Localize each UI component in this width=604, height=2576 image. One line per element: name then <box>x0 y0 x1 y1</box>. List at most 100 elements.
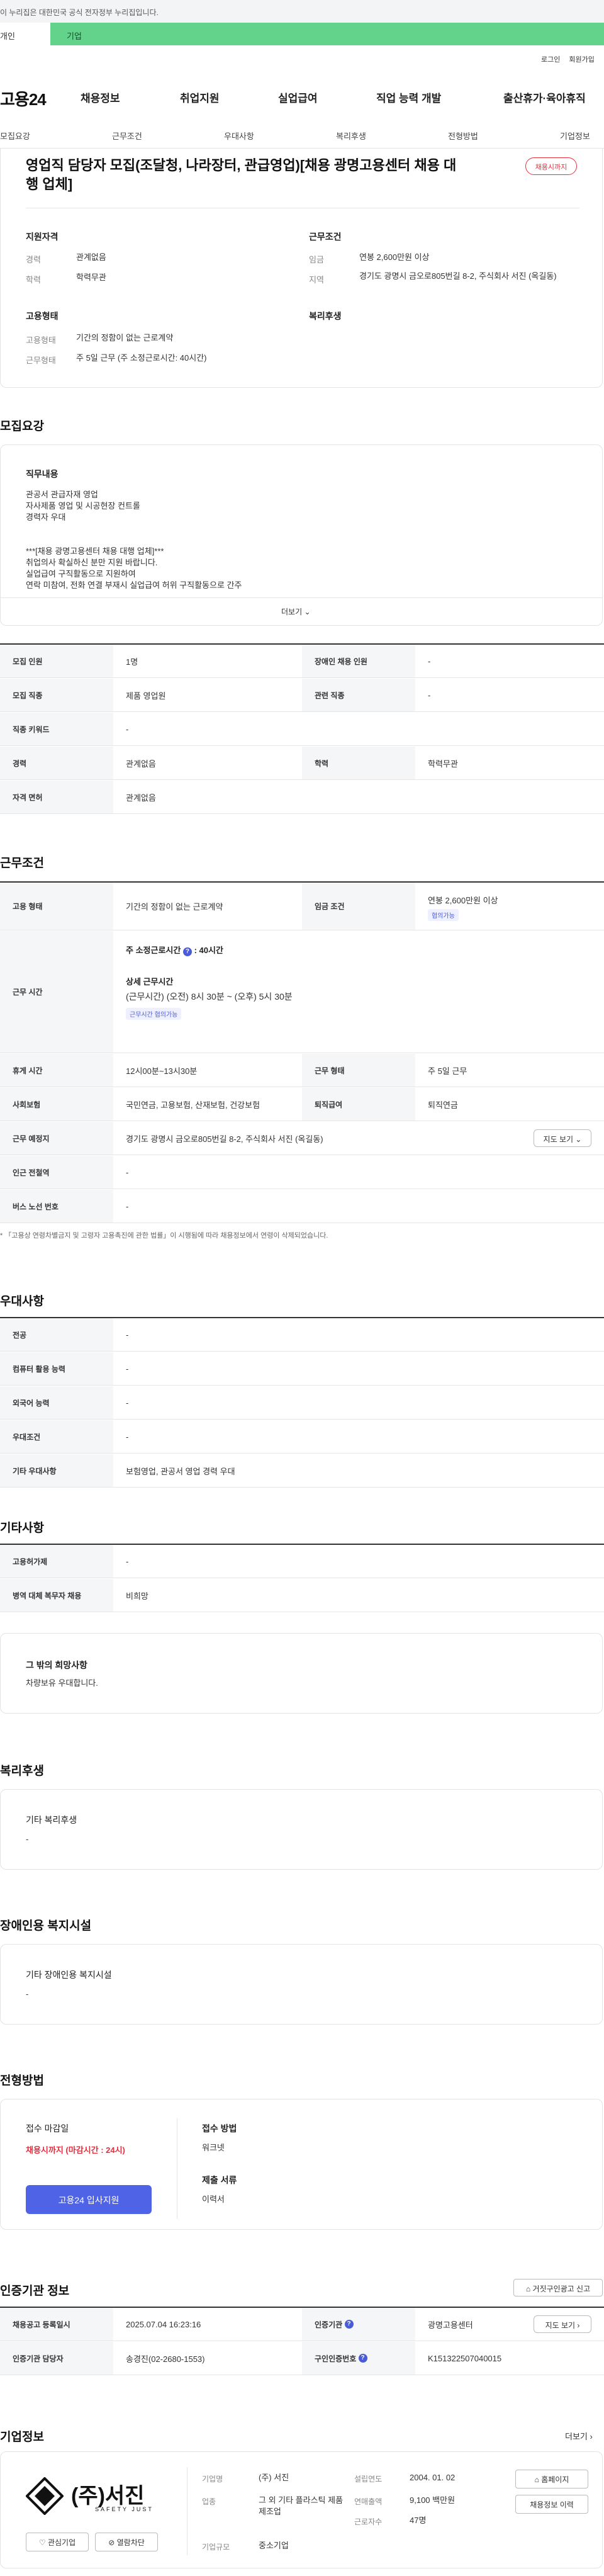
subnav-recruit[interactable]: 모집요강 <box>0 130 30 142</box>
detail-hours-heading: 상세 근무시간 <box>126 977 174 986</box>
other-wish-card: 그 밖의 희망사항 차량보유 우대합니다. <box>0 1633 603 1714</box>
tab-company[interactable]: 기업 <box>50 23 604 45</box>
map-button[interactable]: 지도 보기 ⌄ <box>534 1129 591 1147</box>
history-button[interactable]: 채용정보 이력 <box>515 2495 588 2514</box>
info-icon[interactable]: ? <box>358 2354 367 2363</box>
table-row: 사회보험 국민연금, 고용보험, 산재보험, 건강보험 퇴직급여 퇴직연금 <box>0 1088 604 1121</box>
employees-value: 47명 <box>410 2516 427 2525</box>
company-logo-mark <box>26 2477 64 2515</box>
apply-button[interactable]: 고용24 입사지원 <box>26 2185 152 2214</box>
cert-heading: 인증기관 정보 <box>0 2285 70 2298</box>
deadline-value: 채용시까지 (마감시간 : 24시) <box>26 2145 125 2155</box>
gnb-item-jobs[interactable]: 채용정보 <box>81 89 120 105</box>
report-button[interactable]: ⌂ 거짓구인광고 신고 <box>513 2279 603 2296</box>
cert-map-button[interactable]: 지도 보기 › <box>534 2315 591 2333</box>
duties-heading: 직무내용 <box>26 469 59 479</box>
method-value: 워크넷 <box>202 2143 225 2152</box>
chevron-down-icon: ⌄ <box>575 1135 582 1144</box>
row-header: 모집 인원 <box>0 645 113 677</box>
home-icon: ⌂ <box>525 2285 531 2293</box>
table-row: 직종 키워드 - <box>0 713 604 746</box>
row-value: - <box>126 1398 129 1408</box>
info-icon[interactable]: ? <box>182 947 192 956</box>
row-header: 외국어 능력 <box>0 1386 113 1419</box>
row-value: 비희망 <box>126 1591 148 1601</box>
homepage-button[interactable]: ⌂ 홈페이지 <box>515 2470 588 2488</box>
sales-label: 연매출액 <box>354 2497 383 2506</box>
row-value: 1명 <box>126 657 138 667</box>
site-logo[interactable]: 고용24 <box>0 87 47 110</box>
wage-label: 임금 <box>309 255 324 264</box>
row-value: - <box>126 1364 129 1374</box>
table-row: 근무 예정지 경기도 광명시 금오로805번길 8-2, 주식회사 서진 (옥길… <box>0 1122 604 1155</box>
welfare-card: 기타 복리후생 - <box>0 1789 603 1870</box>
edu-value: 학력무관 <box>76 273 106 282</box>
row-header: 구인인증번호 ? <box>302 2342 415 2375</box>
row-header: 병역 대체 복무자 채용 <box>0 1579 113 1612</box>
welfare-section-heading: 복리후생 <box>0 1765 44 1778</box>
table-row: 휴게 시간 12시00분~13시30분 근무 형태 주 5일 근무 <box>0 1054 604 1087</box>
disability-box-value: - <box>26 1989 29 1999</box>
row-value: - <box>126 1330 129 1340</box>
worktype-label: 근무형태 <box>26 356 56 365</box>
welfare-box-value: - <box>26 1834 29 1844</box>
table-row: 고용 형태 기간의 정함이 없는 근로계약 임금 조건 연봉 2,600만원 이… <box>0 883 604 930</box>
row-header: 경력 <box>0 747 113 779</box>
duties-line: 관공서 관급자재 영업 <box>26 490 98 499</box>
table-row: 우대조건 - <box>0 1420 604 1454</box>
subnav-conditions[interactable]: 근무조건 <box>112 130 142 142</box>
global-nav: 고용24 채용정보 취업지원 실업급여 직업 능력 개발 출산휴가·육아휴직 <box>0 82 604 113</box>
row-header: 자격 면허 <box>0 781 113 813</box>
gnb-item-leave[interactable]: 출산휴가·육아휴직 <box>503 89 586 105</box>
row-value: 국민연금, 고용보험, 산재보험, 건강보험 <box>126 1100 260 1110</box>
subnav-process[interactable]: 전형방법 <box>448 130 478 142</box>
founded-value: 2004. 01. 02 <box>410 2473 456 2482</box>
region-value: 경기도 광명시 금오로805번길 8-2, 주식회사 서진 (옥길동) <box>359 271 557 281</box>
table-row: 자격 면허 관계없음 <box>0 781 604 814</box>
signup-link[interactable]: 회원가입 <box>569 56 594 64</box>
wage-value: 연봉 2,600만원 이상 <box>428 896 498 905</box>
row-header: 채용공고 등록일시 <box>0 2308 113 2341</box>
row-value: - <box>428 656 431 666</box>
row-value: - <box>428 690 431 700</box>
table-row: 경력 관계없음 학력 학력무관 <box>0 747 604 780</box>
table-row: 채용공고 등록일시 2025.07.04 16:23:16 인증기관 ? 광명고… <box>0 2308 604 2341</box>
row-header: 휴게 시간 <box>0 1054 113 1087</box>
company-more-link[interactable]: 더보기 › <box>565 2430 593 2442</box>
row-header: 직종 키워드 <box>0 713 113 745</box>
gnb-item-unemployment[interactable]: 실업급여 <box>278 89 318 105</box>
tab-individual[interactable]: 개인 <box>0 23 50 45</box>
industry-value: 그 외 기타 플라스틱 제품 제조업 <box>259 2495 344 2516</box>
gnb-item-training[interactable]: 직업 능력 개발 <box>376 89 441 105</box>
company-card: (주)서진 SAFETY JUST ♡ 관심기업 ⊘ 열람차단 기업명 (주) … <box>0 2451 603 2568</box>
row-header: 전공 <box>0 1318 113 1351</box>
emptype-value: 기간의 정함이 없는 근로계약 <box>76 333 174 342</box>
info-icon[interactable]: ? <box>344 2320 354 2329</box>
method-heading: 접수 방법 <box>202 2123 237 2133</box>
table-row: 병역 대체 복무자 채용 비희망 <box>0 1579 604 1612</box>
row-header: 임금 조건 <box>302 883 415 930</box>
job-summary-card: 영업직 담당자 모집(조달청, 나라장터, 관급영업)[채용 광명고용센터 채용… <box>0 149 603 388</box>
subnav-prefer[interactable]: 우대사항 <box>224 130 254 142</box>
size-value: 중소기업 <box>259 2541 289 2550</box>
weekly-hours: 주 소정근로시간 ? : 40시간 <box>126 946 223 956</box>
row-header: 근무 시간 <box>0 931 113 1053</box>
row-value: 송경진(02-2680-1553) <box>126 2354 205 2364</box>
login-link[interactable]: 로그인 <box>541 56 560 64</box>
row-header: 모집 직종 <box>0 679 113 711</box>
more-button[interactable]: 더보기 ⌄ <box>281 606 311 617</box>
subnav-welfare[interactable]: 복리후생 <box>336 130 366 142</box>
gnb-item-employment[interactable]: 취업지원 <box>180 89 220 105</box>
block-company-button[interactable]: ⊘ 열람차단 <box>95 2533 158 2551</box>
subnav-company[interactable]: 기업정보 <box>560 130 590 142</box>
favorite-company-button[interactable]: ♡ 관심기업 <box>26 2533 89 2551</box>
company-name-value: (주) 서진 <box>259 2473 289 2482</box>
duties-line: 연락 미참여, 전화 연결 부재시 실업급여 허위 구직활동으로 간주 <box>26 580 242 590</box>
career-value: 관계없음 <box>76 252 106 262</box>
docs-value: 이력서 <box>202 2195 225 2204</box>
recruit-heading: 모집요강 <box>0 420 44 433</box>
row-header: 관련 직종 <box>302 679 415 711</box>
row-value: 관계없음 <box>126 759 156 769</box>
user-type-tabs: 개인 기업 <box>0 23 604 45</box>
region-label: 지역 <box>309 275 324 285</box>
